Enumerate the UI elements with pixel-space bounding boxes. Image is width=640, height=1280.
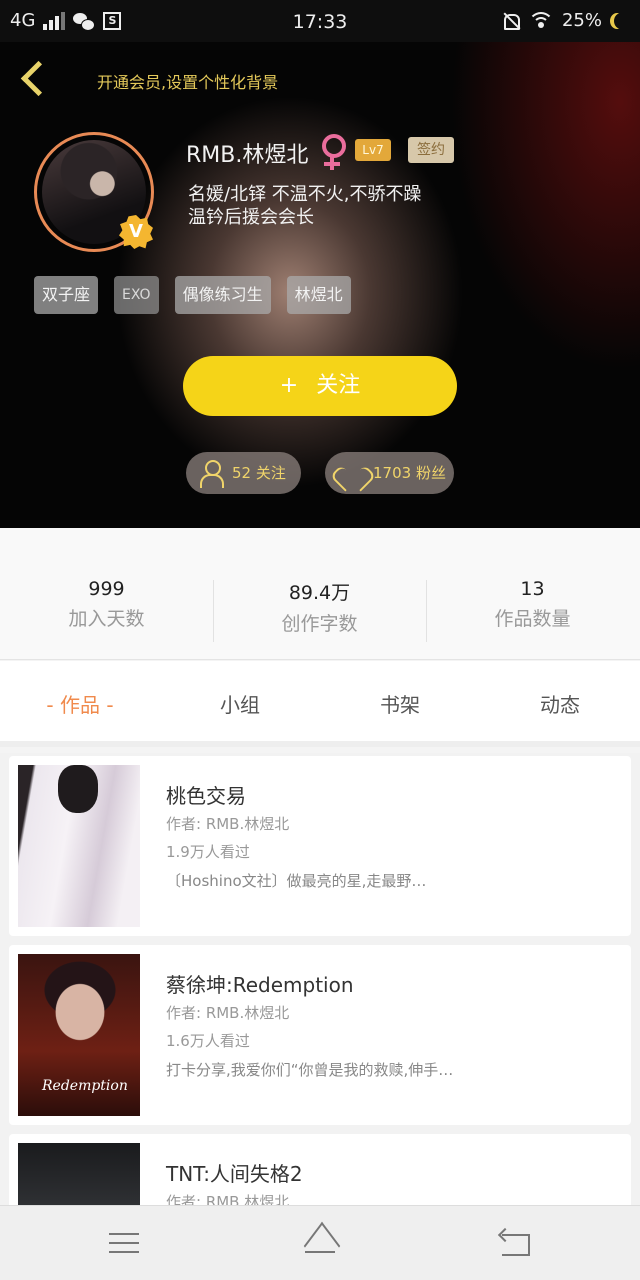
list-item[interactable]: 桃色交易 作者: RMB.林煜北 1.9万人看过 〔Hoshino文社〕做最亮的… bbox=[9, 756, 631, 936]
moon-icon bbox=[614, 13, 628, 29]
wifi-icon bbox=[527, 11, 554, 30]
tag[interactable]: EXO bbox=[114, 276, 159, 314]
work-author: 作者: RMB.林煜北 bbox=[166, 1004, 290, 1022]
book-cover: Redemption bbox=[18, 954, 140, 1116]
stat-label: 作品数量 bbox=[494, 608, 571, 630]
work-views: 1.9万人看过 bbox=[166, 843, 250, 861]
level-badge: Lv7 bbox=[355, 139, 391, 161]
work-description: 打卡分享,我爱你们“你曾是我的救赎,伸手… bbox=[166, 1061, 454, 1079]
bio: 名媛/北铎 不温不火,不骄不躁 温钤后援会会长 bbox=[188, 183, 488, 229]
following-button[interactable]: 52 关注 bbox=[186, 452, 301, 494]
tag[interactable]: 偶像练习生 bbox=[174, 276, 271, 314]
work-title: 桃色交易 bbox=[166, 784, 246, 808]
stat-value: 13 bbox=[520, 578, 545, 600]
back-icon[interactable] bbox=[498, 1228, 538, 1260]
tab-activity[interactable]: 动态 bbox=[480, 689, 640, 718]
works-list: 桃色交易 作者: RMB.林煜北 1.9万人看过 〔Hoshino文社〕做最亮的… bbox=[0, 753, 640, 1205]
vip-background-link[interactable]: 开通会员,设置个性化背景 bbox=[97, 69, 278, 93]
stat-label: 加入天数 bbox=[68, 608, 145, 630]
tab-bookshelf[interactable]: 书架 bbox=[320, 689, 480, 718]
tab-bar: - 作品 - 小组 书架 动态 bbox=[0, 661, 640, 747]
heart-icon bbox=[339, 464, 365, 486]
work-views: 1.6万人看过 bbox=[166, 1032, 250, 1050]
female-icon-bar bbox=[324, 162, 340, 166]
bio-line: 温钤后援会会长 bbox=[188, 207, 314, 228]
tag[interactable]: 林煜北 bbox=[286, 276, 351, 314]
bell-off-icon bbox=[502, 12, 520, 30]
tag[interactable]: 双子座 bbox=[34, 276, 99, 314]
list-item[interactable]: TNT:人间失格2 作者: RMB.林煜北 bbox=[9, 1134, 631, 1205]
plus-icon: + bbox=[279, 373, 299, 398]
tab-groups[interactable]: 小组 bbox=[160, 689, 320, 718]
follow-label: 关注 bbox=[316, 373, 361, 398]
home-icon[interactable] bbox=[299, 1228, 339, 1260]
follow-button[interactable]: + 关注 bbox=[183, 356, 457, 416]
profile-header: 开通会员,设置个性化背景 V RMB.林煜北 Lv7 签约 名媛/北铎 不温不火… bbox=[0, 42, 640, 528]
work-author: 作者: RMB.林煜北 bbox=[166, 1193, 290, 1205]
work-author: 作者: RMB.林煜北 bbox=[166, 815, 290, 833]
stat-label: 创作字数 bbox=[281, 613, 358, 635]
stat-value: 89.4万 bbox=[288, 582, 351, 604]
add-person-icon bbox=[200, 460, 226, 488]
fans-count: 1703 粉丝 bbox=[373, 464, 446, 482]
work-title: TNT:人间失格2 bbox=[166, 1162, 303, 1186]
username: RMB.林煜北 bbox=[186, 143, 309, 168]
tab-works[interactable]: - 作品 - bbox=[0, 689, 160, 718]
stat-value: 999 bbox=[88, 578, 125, 600]
tag-list: 双子座 EXO 偶像练习生 林煜北 bbox=[34, 276, 351, 314]
back-button[interactable] bbox=[14, 58, 54, 98]
battery-level: 25% bbox=[561, 10, 602, 31]
bio-line: 名媛/北铎 不温不火,不骄不躁 bbox=[188, 184, 422, 205]
list-item[interactable]: Redemption 蔡徐坤:Redemption 作者: RMB.林煜北 1.… bbox=[9, 945, 631, 1125]
stat-join-days: 999 加入天数 bbox=[0, 578, 213, 631]
fans-button[interactable]: 1703 粉丝 bbox=[325, 452, 454, 494]
stats-row: 999 加入天数 89.4万 创作字数 13 作品数量 bbox=[0, 528, 640, 660]
stat-word-count: 89.4万 创作字数 bbox=[213, 578, 426, 636]
work-title: 蔡徐坤:Redemption bbox=[166, 973, 354, 997]
status-bar: 4G S 17:33 25% bbox=[0, 0, 640, 42]
stat-works-count: 13 作品数量 bbox=[426, 578, 639, 631]
book-cover bbox=[18, 1143, 140, 1205]
work-description: 〔Hoshino文社〕做最亮的星,走最野… bbox=[166, 872, 427, 890]
signed-badge: 签约 bbox=[408, 137, 454, 163]
book-cover bbox=[18, 765, 140, 927]
menu-icon[interactable] bbox=[109, 1228, 149, 1260]
system-nav-bar bbox=[0, 1205, 640, 1280]
following-count: 52 关注 bbox=[232, 464, 286, 482]
cover-title: Redemption bbox=[42, 1078, 128, 1094]
